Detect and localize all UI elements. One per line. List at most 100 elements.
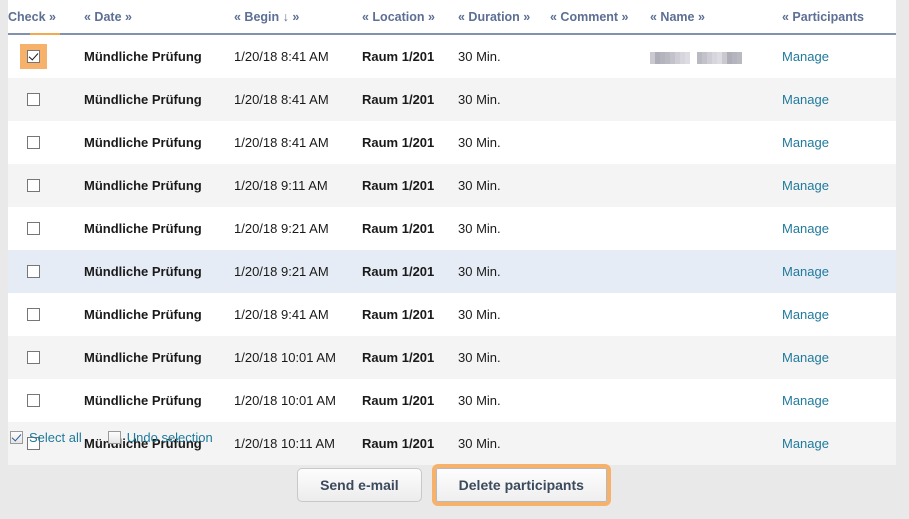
table-row[interactable]: Mündliche Prüfung1/20/18 9:41 AMRaum 1/2…: [8, 293, 896, 336]
row-begin-cell: 1/20/18 9:11 AM: [234, 164, 362, 207]
row-participants-cell: Manage: [782, 164, 896, 207]
row-date-cell: Mündliche Prüfung: [84, 207, 234, 250]
row-begin-cell: 1/20/18 10:01 AM: [234, 379, 362, 422]
manage-link[interactable]: Manage: [782, 49, 829, 64]
column-header-location[interactable]: « Location »: [362, 0, 458, 34]
row-check-cell: [8, 164, 84, 207]
column-header-date[interactable]: « Date »: [84, 0, 234, 34]
table-row[interactable]: Mündliche Prüfung1/20/18 8:41 AMRaum 1/2…: [8, 34, 896, 78]
checkbox-wrapper: [20, 345, 47, 370]
manage-link[interactable]: Manage: [782, 92, 829, 107]
row-check-cell: [8, 293, 84, 336]
send-email-button[interactable]: Send e-mail: [297, 468, 422, 502]
select-all-link[interactable]: Select all: [29, 430, 82, 445]
row-date-cell: Mündliche Prüfung: [84, 250, 234, 293]
participants-table: Check » « Date » « Begin ↓ » « Location …: [8, 0, 896, 465]
row-date-cell: Mündliche Prüfung: [84, 78, 234, 121]
row-location-cell: Raum 1/201: [362, 207, 458, 250]
row-location-cell: Raum 1/201: [362, 121, 458, 164]
column-header-check[interactable]: Check »: [8, 0, 84, 34]
row-checkbox[interactable]: [27, 265, 40, 278]
checkbox-wrapper: [20, 302, 47, 327]
row-location-cell: Raum 1/201: [362, 379, 458, 422]
row-checkbox[interactable]: [27, 136, 40, 149]
column-header-participants[interactable]: « Participants: [782, 0, 896, 34]
column-header-name[interactable]: « Name »: [650, 0, 782, 34]
table-row[interactable]: Mündliche Prüfung1/20/18 10:01 AMRaum 1/…: [8, 379, 896, 422]
row-checkbox[interactable]: [27, 93, 40, 106]
table-header: Check » « Date » « Begin ↓ » « Location …: [8, 0, 896, 34]
row-check-cell: [8, 34, 84, 78]
redacted-name: [697, 52, 742, 64]
table-row[interactable]: Mündliche Prüfung1/20/18 9:21 AMRaum 1/2…: [8, 250, 896, 293]
row-participants-cell: Manage: [782, 336, 896, 379]
checkbox-focus-ring: [20, 44, 47, 69]
row-date-cell: Mündliche Prüfung: [84, 336, 234, 379]
row-checkbox[interactable]: [27, 222, 40, 235]
row-begin-cell: 1/20/18 9:21 AM: [234, 250, 362, 293]
undo-selection-checkbox[interactable]: [108, 431, 121, 444]
row-name-cell: [650, 121, 782, 164]
redaction-block: [685, 52, 690, 64]
table-row[interactable]: Mündliche Prüfung1/20/18 8:41 AMRaum 1/2…: [8, 78, 896, 121]
table-row[interactable]: Mündliche Prüfung1/20/18 8:41 AMRaum 1/2…: [8, 121, 896, 164]
table-row[interactable]: Mündliche Prüfung1/20/18 9:21 AMRaum 1/2…: [8, 207, 896, 250]
row-check-cell: [8, 379, 84, 422]
row-comment-cell: [550, 164, 650, 207]
row-participants-cell: Manage: [782, 34, 896, 78]
table-row[interactable]: Mündliche Prüfung1/20/18 9:11 AMRaum 1/2…: [8, 164, 896, 207]
manage-link[interactable]: Manage: [782, 221, 829, 236]
row-participants-cell: Manage: [782, 379, 896, 422]
row-comment-cell: [550, 78, 650, 121]
row-checkbox[interactable]: [27, 308, 40, 321]
redaction-block: [737, 52, 742, 64]
column-header-begin[interactable]: « Begin ↓ »: [234, 0, 362, 34]
row-date-cell: Mündliche Prüfung: [84, 379, 234, 422]
row-comment-cell: [550, 293, 650, 336]
delete-participants-button[interactable]: Delete participants: [436, 468, 607, 502]
row-begin-cell: 1/20/18 10:01 AM: [234, 336, 362, 379]
row-location-cell: Raum 1/201: [362, 250, 458, 293]
row-duration-cell: 30 Min.: [458, 336, 550, 379]
manage-link[interactable]: Manage: [782, 350, 829, 365]
row-begin-cell: 1/20/18 8:41 AM: [234, 78, 362, 121]
row-duration-cell: 30 Min.: [458, 379, 550, 422]
checkbox-wrapper: [20, 173, 47, 198]
manage-link[interactable]: Manage: [782, 135, 829, 150]
row-participants-cell: Manage: [782, 121, 896, 164]
column-header-duration[interactable]: « Duration »: [458, 0, 550, 34]
row-location-cell: Raum 1/201: [362, 78, 458, 121]
table-header-row: Check » « Date » « Begin ↓ » « Location …: [8, 0, 896, 34]
row-date-cell: Mündliche Prüfung: [84, 164, 234, 207]
row-check-cell: [8, 336, 84, 379]
manage-link[interactable]: Manage: [782, 393, 829, 408]
checkbox-wrapper: [20, 216, 47, 241]
row-name-cell: [650, 164, 782, 207]
row-check-cell: [8, 207, 84, 250]
row-duration-cell: 30 Min.: [458, 34, 550, 78]
select-all-checkbox[interactable]: [10, 431, 23, 444]
row-duration-cell: 30 Min.: [458, 78, 550, 121]
row-location-cell: Raum 1/201: [362, 293, 458, 336]
row-duration-cell: 30 Min.: [458, 207, 550, 250]
checkbox-wrapper: [20, 388, 47, 413]
manage-link[interactable]: Manage: [782, 307, 829, 322]
checkbox-wrapper: [20, 259, 47, 284]
row-checkbox[interactable]: [27, 50, 40, 63]
row-name-cell: [650, 293, 782, 336]
row-participants-cell: Manage: [782, 78, 896, 121]
row-begin-cell: 1/20/18 9:21 AM: [234, 207, 362, 250]
table-row[interactable]: Mündliche Prüfung1/20/18 10:01 AMRaum 1/…: [8, 336, 896, 379]
row-participants-cell: Manage: [782, 293, 896, 336]
bottom-controls: Select all Undo selection Send e-mail De…: [8, 430, 896, 445]
manage-link[interactable]: Manage: [782, 264, 829, 279]
undo-selection-link[interactable]: Undo selection: [127, 430, 213, 445]
row-checkbox[interactable]: [27, 351, 40, 364]
row-participants-cell: Manage: [782, 250, 896, 293]
row-checkbox[interactable]: [27, 394, 40, 407]
row-checkbox[interactable]: [27, 179, 40, 192]
manage-link[interactable]: Manage: [782, 178, 829, 193]
row-comment-cell: [550, 34, 650, 78]
row-duration-cell: 30 Min.: [458, 164, 550, 207]
column-header-comment[interactable]: « Comment »: [550, 0, 650, 34]
